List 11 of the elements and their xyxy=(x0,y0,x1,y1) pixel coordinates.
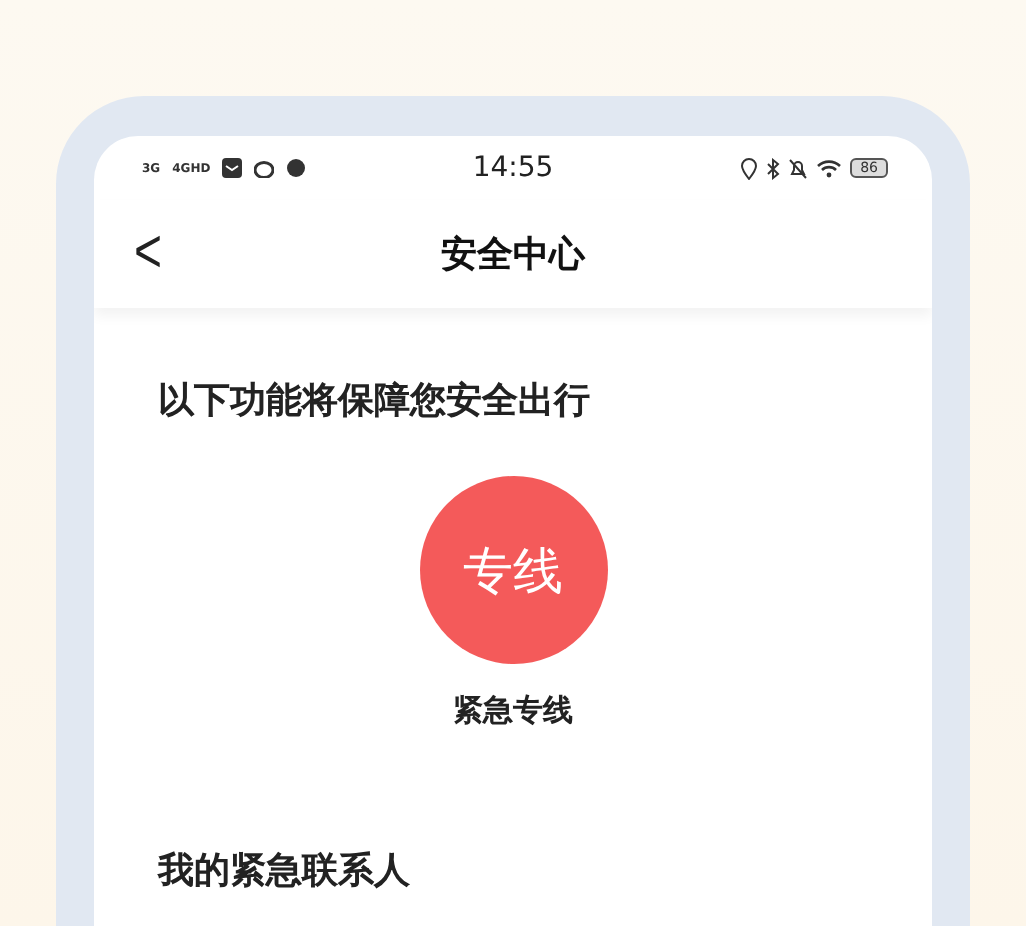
wifi-icon xyxy=(816,158,843,178)
location-icon xyxy=(740,157,759,179)
hotline-label: 紧急专线 xyxy=(453,692,573,730)
bluetooth-icon xyxy=(766,157,781,179)
back-button[interactable]: < xyxy=(126,217,171,291)
clock-time: 14:55 xyxy=(472,152,554,184)
section-title: 我的紧急联系人 xyxy=(158,850,410,892)
page-title: 安全中心 xyxy=(441,232,585,278)
mute-icon xyxy=(788,157,809,179)
message-icon xyxy=(222,158,243,178)
section-title: 以下功能将保障您安全出行 xyxy=(158,378,592,424)
